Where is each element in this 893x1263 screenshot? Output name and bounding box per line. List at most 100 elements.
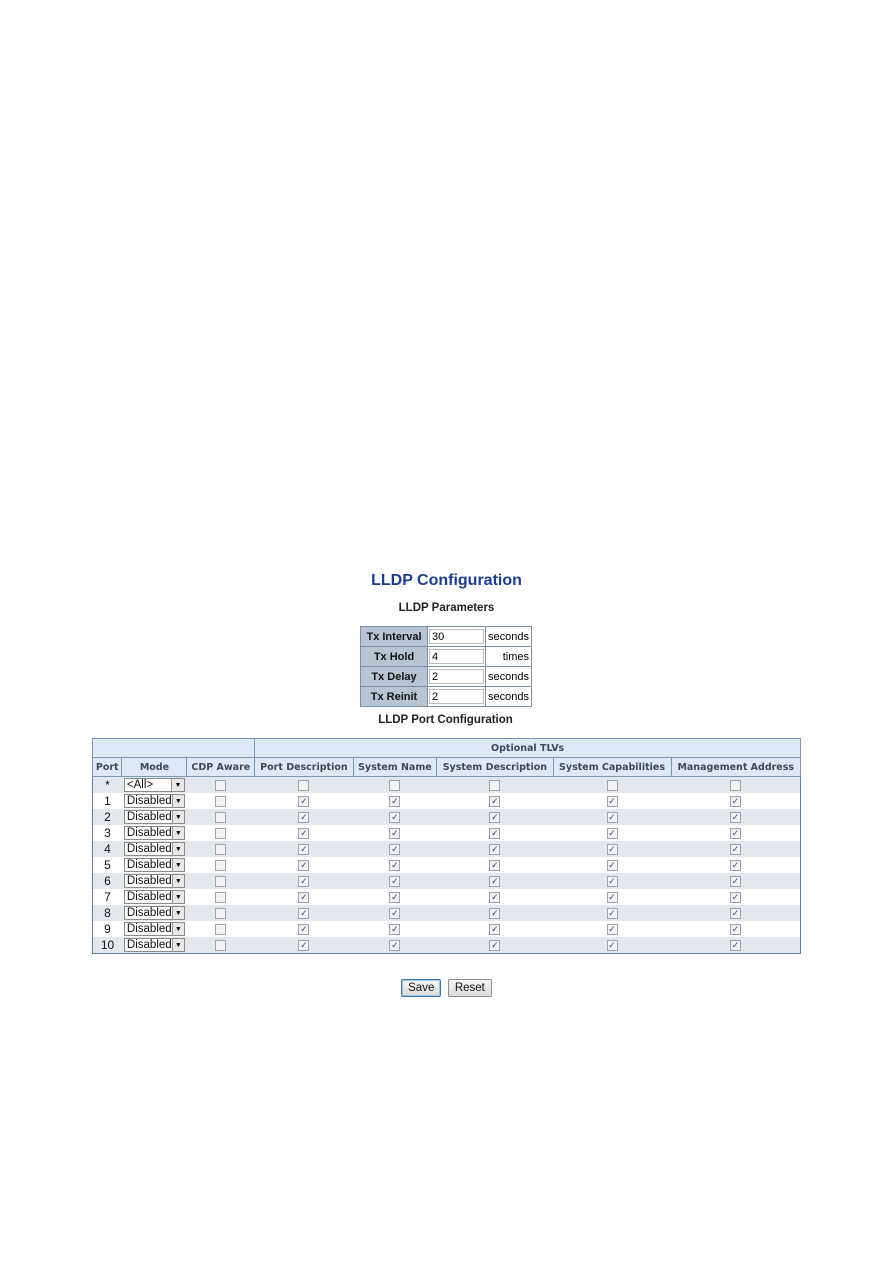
mode-select[interactable]: <All> ▼	[123, 778, 185, 792]
port-description-checkbox[interactable]	[298, 779, 310, 791]
port-number: 2	[92, 809, 122, 825]
mode-value: Disabled	[126, 907, 172, 919]
system-description-checkbox[interactable]: ✓	[489, 859, 501, 871]
management-address-checkbox[interactable]: ✓	[730, 859, 742, 871]
system-capabilities-checkbox[interactable]: ✓	[606, 811, 618, 823]
management-address-checkbox[interactable]	[730, 779, 742, 791]
management-address-checkbox[interactable]: ✓	[730, 795, 742, 807]
param-row-tx-delay: Tx Delay seconds	[360, 666, 532, 687]
system-name-checkbox[interactable]: ✓	[389, 891, 401, 903]
system-capabilities-checkbox[interactable]: ✓	[606, 827, 618, 839]
port-description-checkbox[interactable]: ✓	[298, 795, 310, 807]
cdp-aware-checkbox[interactable]	[215, 843, 227, 855]
system-capabilities-checkbox[interactable]: ✓	[606, 923, 618, 935]
system-capabilities-checkbox[interactable]: ✓	[606, 939, 618, 951]
mode-select[interactable]: Disabled ▼	[123, 826, 185, 840]
table-row: 9 Disabled ▼ ✓ ✓ ✓ ✓ ✓	[92, 921, 801, 937]
system-description-checkbox[interactable]: ✓	[489, 843, 501, 855]
mode-select[interactable]: Disabled ▼	[123, 858, 185, 872]
system-capabilities-checkbox[interactable]	[606, 779, 618, 791]
system-description-checkbox[interactable]: ✓	[489, 923, 501, 935]
system-description-checkbox[interactable]: ✓	[489, 891, 501, 903]
system-capabilities-checkbox[interactable]: ✓	[606, 875, 618, 887]
system-capabilities-checkbox[interactable]: ✓	[606, 907, 618, 919]
tx-reinit-input[interactable]	[429, 689, 484, 704]
system-name-checkbox[interactable]: ✓	[389, 811, 401, 823]
port-description-checkbox[interactable]: ✓	[298, 811, 310, 823]
dropdown-arrow-icon: ▼	[171, 907, 184, 919]
table-row: 5 Disabled ▼ ✓ ✓ ✓ ✓ ✓	[92, 857, 801, 873]
dropdown-arrow-icon: ▼	[171, 923, 184, 935]
system-name-checkbox[interactable]	[389, 779, 401, 791]
mode-select[interactable]: Disabled ▼	[123, 842, 185, 856]
parameters-title: LLDP Parameters	[398, 602, 495, 614]
management-address-checkbox[interactable]: ✓	[730, 843, 742, 855]
system-capabilities-checkbox[interactable]: ✓	[606, 891, 618, 903]
port-description-checkbox[interactable]: ✓	[298, 859, 310, 871]
system-description-checkbox[interactable]: ✓	[489, 827, 501, 839]
cdp-aware-checkbox[interactable]	[215, 907, 227, 919]
system-name-checkbox[interactable]: ✓	[389, 923, 401, 935]
port-description-checkbox[interactable]: ✓	[298, 843, 310, 855]
system-name-checkbox[interactable]: ✓	[389, 843, 401, 855]
management-address-checkbox[interactable]: ✓	[730, 939, 742, 951]
system-capabilities-checkbox[interactable]: ✓	[606, 843, 618, 855]
cdp-aware-checkbox[interactable]	[215, 891, 227, 903]
system-capabilities-checkbox[interactable]: ✓	[606, 795, 618, 807]
cdp-aware-checkbox[interactable]	[215, 859, 227, 871]
mode-select[interactable]: Disabled ▼	[123, 810, 185, 824]
management-address-checkbox[interactable]: ✓	[730, 907, 742, 919]
port-description-checkbox[interactable]: ✓	[298, 875, 310, 887]
cdp-aware-checkbox[interactable]	[215, 827, 227, 839]
table-row: 6 Disabled ▼ ✓ ✓ ✓ ✓ ✓	[92, 873, 801, 889]
cdp-aware-checkbox[interactable]	[215, 939, 227, 951]
system-description-checkbox[interactable]: ✓	[489, 811, 501, 823]
save-button[interactable]: Save	[401, 979, 442, 997]
mode-select[interactable]: Disabled ▼	[123, 938, 185, 952]
tx-delay-input[interactable]	[429, 669, 484, 684]
mode-select[interactable]: Disabled ▼	[123, 874, 185, 888]
mode-select[interactable]: Disabled ▼	[123, 890, 185, 904]
cdp-aware-checkbox[interactable]	[215, 923, 227, 935]
cdp-aware-checkbox[interactable]	[215, 811, 227, 823]
system-description-checkbox[interactable]: ✓	[489, 875, 501, 887]
system-name-checkbox[interactable]: ✓	[389, 859, 401, 871]
cdp-aware-checkbox[interactable]	[215, 779, 227, 791]
system-name-checkbox[interactable]: ✓	[389, 827, 401, 839]
port-number: 5	[92, 857, 122, 873]
button-bar: Save Reset	[0, 978, 893, 997]
system-name-checkbox[interactable]: ✓	[389, 875, 401, 887]
management-address-checkbox[interactable]: ✓	[730, 891, 742, 903]
system-name-checkbox[interactable]: ✓	[389, 907, 401, 919]
management-address-checkbox[interactable]: ✓	[730, 923, 742, 935]
system-name-checkbox[interactable]: ✓	[389, 939, 401, 951]
tx-interval-input[interactable]	[429, 629, 484, 644]
port-description-checkbox[interactable]: ✓	[298, 923, 310, 935]
management-address-checkbox[interactable]: ✓	[730, 811, 742, 823]
reset-button[interactable]: Reset	[447, 979, 492, 997]
mode-value: Disabled	[126, 939, 172, 951]
system-description-checkbox[interactable]	[489, 779, 501, 791]
system-description-checkbox[interactable]: ✓	[489, 939, 501, 951]
port-description-checkbox[interactable]: ✓	[298, 891, 310, 903]
mode-select[interactable]: Disabled ▼	[123, 906, 185, 920]
tx-reinit-unit: seconds	[485, 686, 532, 707]
system-description-checkbox[interactable]: ✓	[489, 907, 501, 919]
port-description-checkbox[interactable]: ✓	[298, 907, 310, 919]
port-description-checkbox[interactable]: ✓	[298, 827, 310, 839]
dropdown-arrow-icon: ▼	[171, 795, 184, 807]
mode-select[interactable]: Disabled ▼	[123, 794, 185, 808]
system-name-checkbox[interactable]: ✓	[389, 795, 401, 807]
column-header-mode: Mode	[121, 757, 188, 777]
mode-select[interactable]: Disabled ▼	[123, 922, 185, 936]
system-description-checkbox[interactable]: ✓	[489, 795, 501, 807]
system-capabilities-checkbox[interactable]: ✓	[606, 859, 618, 871]
tx-delay-label: Tx Delay	[360, 666, 428, 687]
management-address-checkbox[interactable]: ✓	[730, 875, 742, 887]
management-address-checkbox[interactable]: ✓	[730, 827, 742, 839]
port-description-checkbox[interactable]: ✓	[298, 939, 310, 951]
cdp-aware-checkbox[interactable]	[215, 795, 227, 807]
tx-hold-input[interactable]	[429, 649, 484, 664]
cdp-aware-checkbox[interactable]	[215, 875, 227, 887]
port-number: 9	[92, 921, 122, 937]
